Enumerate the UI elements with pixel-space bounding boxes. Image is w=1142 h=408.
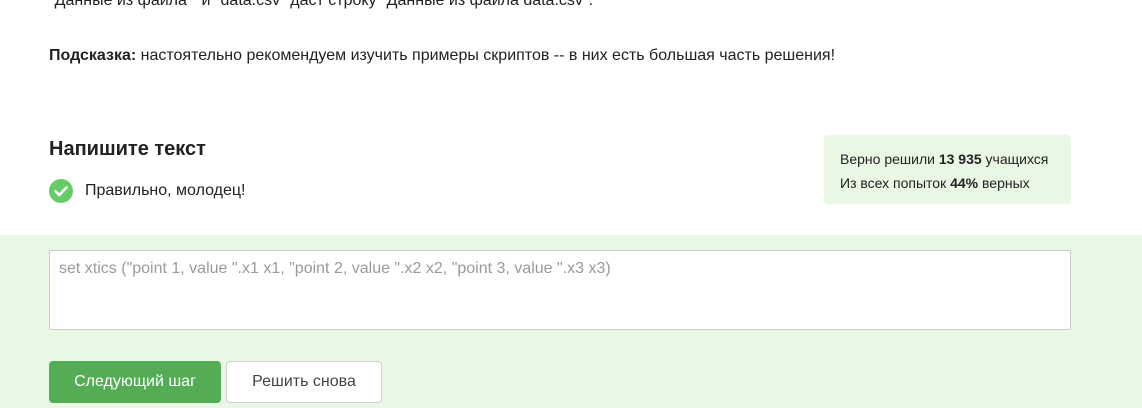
hint-text: настоятельно рекомендуем изучить примеры… xyxy=(136,47,836,64)
retry-button[interactable]: Решить снова xyxy=(226,361,382,403)
next-step-button[interactable]: Следующий шаг xyxy=(49,361,221,403)
solved-count: 13 935 xyxy=(938,151,982,167)
stats-panel: Верно решили 13 935 учащихся Из всех поп… xyxy=(824,135,1071,204)
solved-suffix: учащихся xyxy=(981,151,1049,167)
check-circle-icon xyxy=(49,179,73,203)
task-title: Напишите текст xyxy=(49,138,206,160)
feedback-message: Правильно, молодец! xyxy=(49,179,245,203)
attempts-stat: Из всех попыток 44% верных xyxy=(840,171,1055,195)
feedback-text: Правильно, молодец! xyxy=(85,182,246,199)
hint-label: Подсказка: xyxy=(49,47,137,64)
step-page: "Данные из файла " и "data.csv" даст стр… xyxy=(0,0,1142,408)
solved-prefix: Верно решили xyxy=(840,151,939,167)
hint-paragraph: Подсказка: настоятельно рекомендуем изуч… xyxy=(49,46,835,66)
solved-stat: Верно решили 13 935 учащихся xyxy=(840,147,1055,171)
answer-textarea[interactable]: set xtics ("point 1, value ".x1 x1, "poi… xyxy=(49,250,1071,330)
step-description-text: "Данные из файла " и "data.csv" даст стр… xyxy=(49,0,594,9)
attempts-suffix: верных xyxy=(978,175,1030,191)
attempts-prefix: Из всех попыток xyxy=(840,175,951,191)
attempts-percent: 44% xyxy=(950,175,979,191)
